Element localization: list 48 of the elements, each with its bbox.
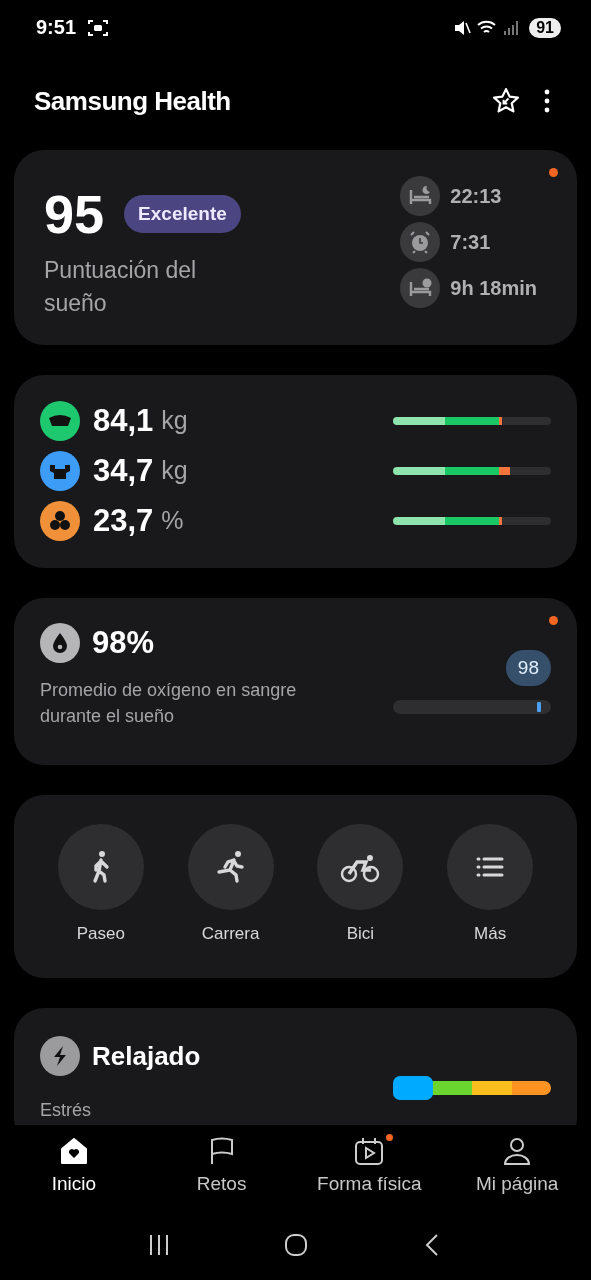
body-value: 34,7 — [93, 452, 154, 489]
wifi-icon — [477, 19, 498, 36]
workout-button[interactable]: Paseo — [50, 824, 151, 978]
sleep-score-label: Puntuación del sueño — [44, 256, 198, 318]
muscle-icon — [40, 450, 80, 491]
oxygen-value: 98% — [92, 625, 155, 661]
body-value: 23,7 — [93, 502, 154, 539]
sleep-score: 95 — [44, 184, 105, 244]
nav-tab[interactable]: Mi página — [443, 1125, 591, 1210]
fat-icon — [40, 500, 80, 541]
home-icon[interactable] — [283, 1233, 308, 1257]
battery-level: 91 — [529, 17, 561, 38]
value-badge: 98 — [505, 650, 551, 686]
signal-icon — [503, 19, 520, 36]
star-icon[interactable] — [491, 86, 521, 116]
nav-tab[interactable]: Inicio — [0, 1125, 148, 1210]
stress-card[interactable]: Relajado Estrés — [14, 1008, 577, 1125]
status-time: 9:51 — [36, 16, 77, 39]
app-title: Samsung Health — [34, 85, 231, 117]
calendar-play-icon — [353, 1135, 386, 1167]
sleep-card[interactable]: 95 Excelente Puntuación del sueño 22:13 7:31 9h 18min — [14, 150, 577, 345]
scale-icon — [40, 400, 80, 441]
sleep-time: 7:31 — [450, 230, 491, 254]
screenshot-icon — [88, 18, 109, 37]
nav-tab[interactable]: Forma física — [295, 1125, 444, 1210]
mute-icon — [453, 18, 472, 37]
nav-tab[interactable]: Retos — [147, 1125, 296, 1210]
drop-icon — [40, 623, 80, 663]
oxygen-label: Promedio de oxígeno en sangre durante el sueño — [40, 679, 298, 728]
oxygen-card[interactable]: 98% Promedio de oxígeno en sangre durante el sueño 98 — [14, 598, 577, 765]
unit-label: % — [161, 506, 184, 535]
alarm-clock-icon — [400, 222, 441, 262]
body-value: 84,1 — [93, 402, 154, 439]
workout-button[interactable]: Carrera — [180, 824, 281, 978]
bed-icon — [400, 268, 441, 308]
workout-button[interactable]: Bici — [310, 824, 411, 978]
sleep-time: 22:13 — [450, 184, 502, 208]
bed-icon — [400, 176, 441, 216]
stress-label: Estrés — [40, 1100, 92, 1121]
sleep-time: 9h 18min — [450, 276, 537, 300]
unit-label: kg — [161, 456, 188, 485]
unit-label: kg — [161, 406, 188, 435]
rating-badge: Excelente — [124, 195, 241, 233]
lightning-icon — [40, 1036, 80, 1076]
body-composition-card[interactable]: 84,1 kg 34,7 kg 23,7 % — [14, 375, 577, 568]
stress-status: Relajado — [92, 1040, 201, 1072]
more-button[interactable]: Más — [440, 824, 541, 978]
more-options-icon[interactable] — [543, 88, 551, 114]
